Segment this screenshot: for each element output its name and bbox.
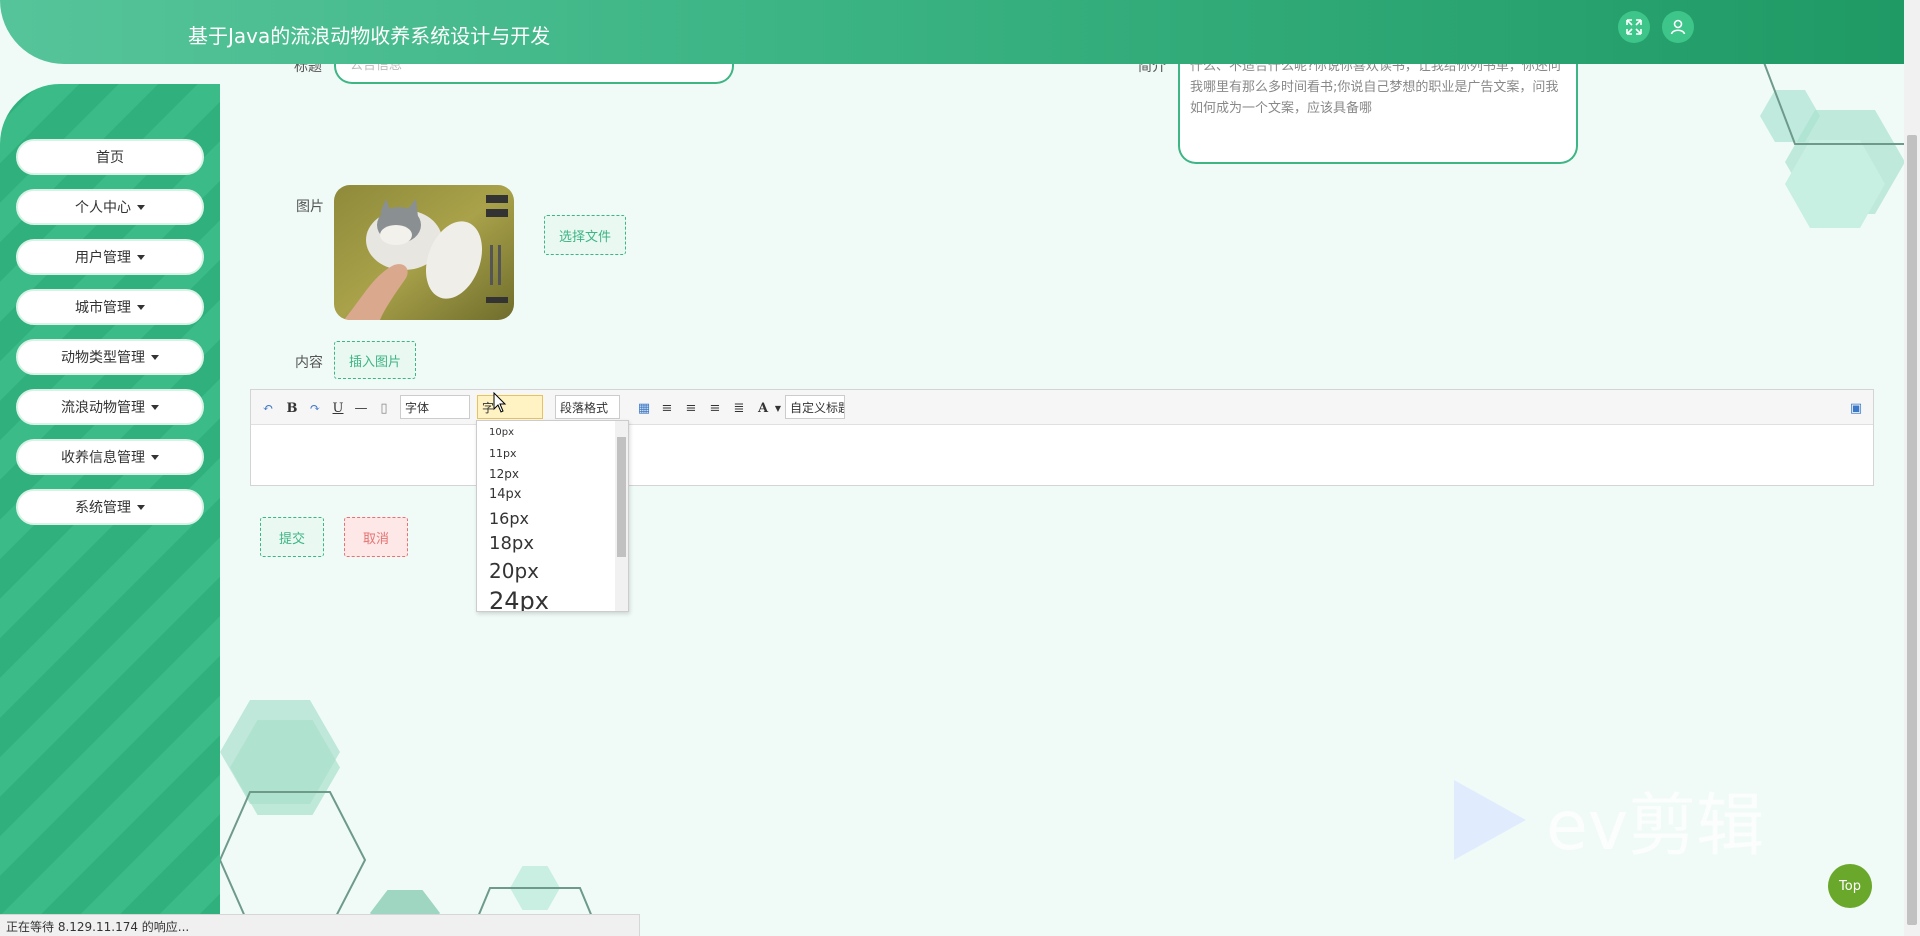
browser-status-bar: 正在等待 8.129.11.174 的响应... — [0, 914, 640, 936]
cancel-button[interactable]: 取消 — [344, 517, 408, 557]
font-size-option[interactable]: 20px — [489, 559, 539, 583]
caret-down-icon — [137, 204, 145, 210]
sidebar-item-label: 动物类型管理 — [61, 350, 145, 366]
decor-hexagon-outline — [1759, 52, 1904, 145]
decor-hexagon-outline — [220, 791, 367, 929]
watermark-text: ev剪辑 — [1546, 787, 1765, 866]
sidebar-item-label: 个人中心 — [75, 200, 131, 216]
sidebar-item-animal-type-management[interactable]: 动物类型管理 — [16, 339, 204, 375]
underline-icon[interactable]: U — [329, 399, 347, 417]
dropdown-scroll-thumb[interactable] — [617, 437, 626, 557]
sidebar-item-stray-animal-management[interactable]: 流浪动物管理 — [16, 389, 204, 425]
sidebar-item-adoption-info-management[interactable]: 收养信息管理 — [16, 439, 204, 475]
content-label: 内容 — [295, 355, 323, 371]
align-center-icon[interactable]: ≡ — [706, 399, 724, 417]
horizontal-rule-icon[interactable]: — — [352, 399, 370, 417]
sidebar-item-label: 收养信息管理 — [61, 450, 145, 466]
app-title: 基于Java的流浪动物收养系统设计与开发 — [188, 24, 551, 48]
custom-heading-select[interactable]: 自定义标题 — [785, 395, 845, 419]
sidebar-item-label: 系统管理 — [75, 500, 131, 516]
mouse-cursor-icon — [493, 392, 507, 413]
caret-down-icon — [137, 304, 145, 310]
intro-textarea[interactable]: 什么、不适合什么呢?你说你喜欢读书，让我给你列书单，你还问我哪里有那么多时间看书… — [1178, 52, 1578, 164]
font-size-option[interactable]: 11px — [489, 447, 517, 460]
font-size-option[interactable]: 18px — [489, 533, 534, 554]
font-size-option[interactable]: 24px — [489, 587, 549, 611]
caret-down-icon — [151, 354, 159, 360]
sidebar-item-label: 流浪动物管理 — [61, 400, 145, 416]
caret-down-icon — [137, 254, 145, 260]
user-icon — [1670, 19, 1686, 35]
cat-photo — [334, 185, 514, 320]
sidebar-item-label: 城市管理 — [75, 300, 131, 316]
fullscreen-button[interactable] — [1618, 11, 1650, 43]
align-right-icon[interactable]: ≡ — [682, 399, 700, 417]
sidebar-item-label: 首页 — [96, 150, 124, 166]
uploaded-cat-image — [334, 185, 514, 320]
sidebar-item-label: 用户管理 — [75, 250, 131, 266]
page-scrollbar[interactable] — [1904, 0, 1920, 936]
paragraph-format-value: 段落格式 — [560, 401, 609, 415]
redo-icon[interactable]: ↷ — [306, 399, 324, 417]
dropdown-scrollbar[interactable] — [615, 421, 628, 611]
bold-icon[interactable]: B — [283, 399, 301, 417]
choose-file-button[interactable]: 选择文件 — [544, 215, 626, 255]
font-size-select[interactable]: 字 — [477, 395, 543, 419]
insert-image-button[interactable]: 插入图片 — [334, 341, 416, 379]
fullscreen-editor-icon[interactable]: ▣ — [1847, 399, 1865, 417]
undo-icon[interactable]: ↶ — [259, 399, 277, 417]
custom-heading-value: 自定义标题 — [790, 401, 845, 415]
user-button[interactable] — [1662, 11, 1694, 43]
align-left-icon[interactable]: ≡ — [658, 399, 676, 417]
align-justify-icon[interactable]: ≣ — [730, 399, 748, 417]
sidebar-item-user-management[interactable]: 用户管理 — [16, 239, 204, 275]
font-family-value: 字体 — [405, 401, 430, 415]
watermark: ev剪辑 — [1450, 770, 1764, 869]
caret-down-icon — [151, 454, 159, 460]
font-family-select[interactable]: 字体 — [400, 395, 470, 419]
sidebar-item-personal-center[interactable]: 个人中心 — [16, 189, 204, 225]
image-label: 图片 — [296, 199, 324, 215]
back-to-top-button[interactable]: Top — [1828, 864, 1872, 908]
sidebar-item-system-management[interactable]: 系统管理 — [16, 489, 204, 525]
page-scroll-thumb[interactable] — [1907, 135, 1917, 925]
app-header: 基于Java的流浪动物收养系统设计与开发 — [0, 0, 1904, 64]
submit-button[interactable]: 提交 — [260, 517, 324, 557]
expand-icon — [1626, 19, 1642, 35]
caret-down-icon — [151, 404, 159, 410]
table-icon[interactable]: ▦ — [635, 399, 653, 417]
font-size-option[interactable]: 12px — [489, 467, 519, 481]
font-size-option[interactable]: 10px — [489, 427, 514, 438]
play-logo-icon — [1454, 779, 1526, 860]
font-size-option[interactable]: 14px — [489, 487, 522, 502]
document-icon[interactable]: ▯ — [375, 399, 393, 417]
paragraph-format-select[interactable]: 段落格式 — [555, 395, 620, 419]
font-size-option[interactable]: 16px — [489, 509, 529, 528]
caret-down-icon — [137, 504, 145, 510]
sidebar-item-city-management[interactable]: 城市管理 — [16, 289, 204, 325]
sidebar-item-home[interactable]: 首页 — [16, 139, 204, 175]
font-size-dropdown: 10px 11px 12px 14px 16px 18px 20px 24px — [476, 420, 629, 612]
